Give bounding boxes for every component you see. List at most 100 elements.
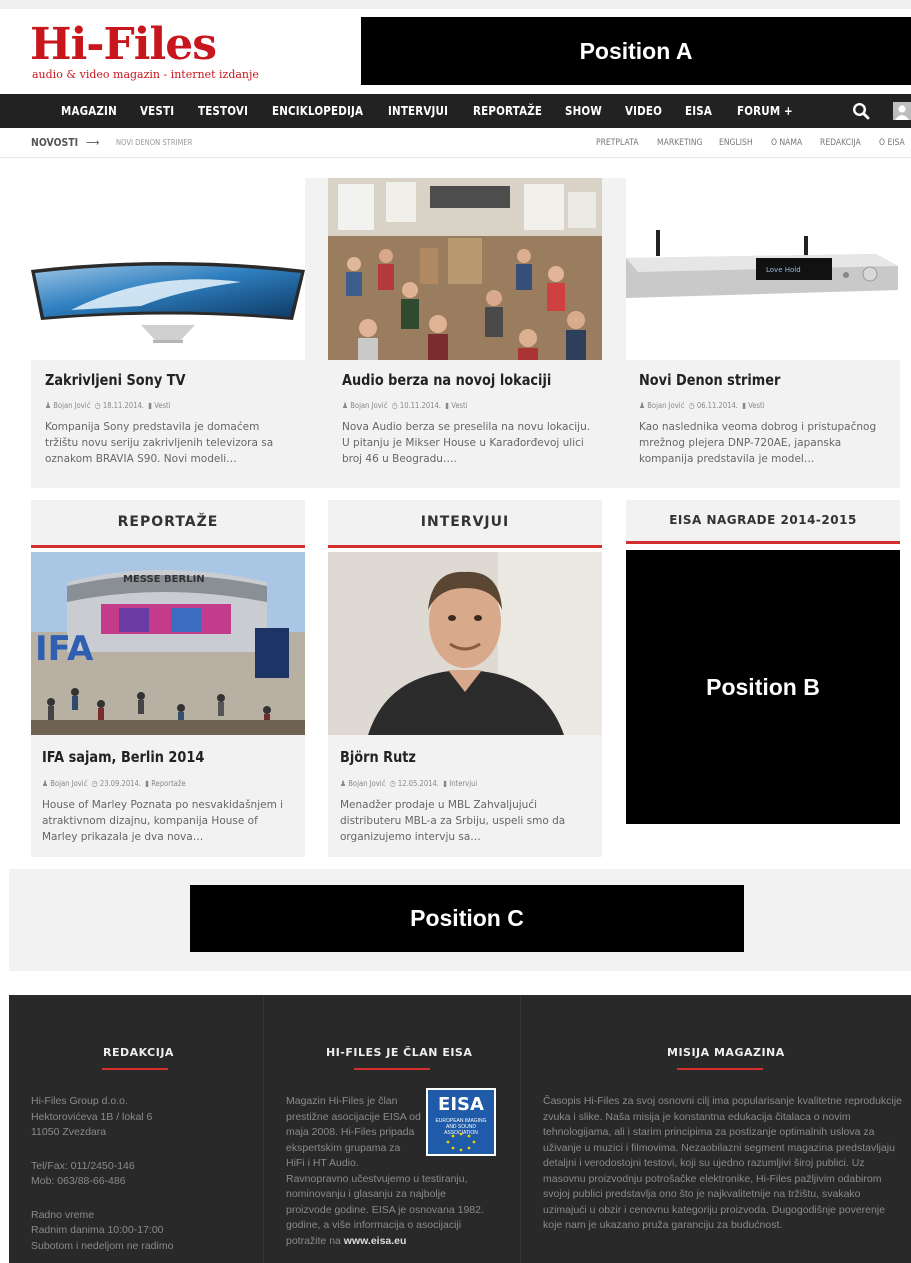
nav-item-enciklopedija[interactable]: ENCIKLOPEDIJA	[272, 94, 363, 128]
nav-item-testovi[interactable]: TESTOVI	[198, 94, 248, 128]
footer-line: Radno vreme	[31, 1208, 95, 1221]
nav-item-intervjui[interactable]: INTERVJUI	[388, 94, 448, 128]
article-author[interactable]: Bojan Jović	[348, 779, 385, 788]
author-icon: ♟	[340, 779, 347, 788]
author-icon: ♟	[42, 779, 49, 788]
folder-icon: ▮	[146, 401, 153, 410]
article-title[interactable]: Björn Rutz	[340, 748, 416, 766]
article-title[interactable]: IFA sajam, Berlin 2014	[42, 748, 204, 766]
tv-illustration	[31, 262, 305, 343]
article-date: 06.11.2014.	[696, 401, 738, 410]
article-image-sony-tv[interactable]	[31, 178, 305, 360]
article-category[interactable]: Vesti	[748, 401, 764, 410]
footer-heading-redakcija: REDAKCIJA	[103, 1046, 174, 1059]
article-date: 23.09.2014.	[99, 779, 141, 788]
subnav-link-pretplata[interactable]: PRETPLATA	[596, 128, 638, 158]
footer-heading-eisa: HI-FILES JE ČLAN EISA	[326, 1046, 473, 1059]
nav-item-video[interactable]: VIDEO	[625, 94, 662, 128]
article-excerpt: Kao naslednika veoma dobrog i pristupačn…	[639, 421, 877, 465]
news-label: NOVOSTI	[31, 136, 79, 149]
nav-item-forum[interactable]: FORUM +	[737, 94, 793, 128]
site-logo[interactable]: Hi-Files audio & video magazin - interne…	[30, 22, 290, 82]
secondary-nav: NOVOSTI ⟶ NOVI DENON STRIMER PRETPLATA M…	[0, 128, 911, 158]
footer-line: Hi-Files Group d.o.o.	[31, 1095, 128, 1107]
eu-stars-icon	[446, 1132, 476, 1152]
subnav-link-redakcija[interactable]: REDAKCIJA	[820, 128, 861, 158]
footer-line: nominovanju i glasanju za najbolje	[286, 1188, 446, 1200]
section-heading-reportaze[interactable]: REPORTAŽE	[31, 500, 305, 548]
section-heading-intervjui[interactable]: INTERVJUI	[328, 500, 602, 548]
ad-position-b[interactable]: Position B	[626, 550, 900, 824]
nav-item-vesti[interactable]: VESTI	[140, 94, 174, 128]
article-excerpt: Menadžer prodaje u MBL Zahvaljujući dist…	[340, 799, 566, 843]
article-category[interactable]: Reportaže	[151, 779, 185, 788]
author-icon: ♟	[639, 401, 646, 410]
footer-line: Radnim danima 10:00-17:00	[31, 1224, 164, 1236]
article-title[interactable]: Zakrivljeni Sony TV	[45, 371, 186, 389]
footer-line: potražite na www.eisa.eu	[286, 1234, 506, 1250]
article-author[interactable]: Bojan Jović	[53, 401, 90, 410]
subnav-link-english[interactable]: ENGLISH	[719, 128, 753, 158]
article-image-ifa[interactable]: MESSE BERLIN IFA	[31, 552, 305, 735]
article-title[interactable]: Audio berza na novoj lokaciji	[342, 371, 551, 389]
nav-item-magazin[interactable]: MAGAZIN	[61, 94, 117, 128]
article-excerpt: Kompanija Sony predstavila je domaćem tr…	[45, 421, 274, 465]
footer-heading-underline	[354, 1068, 430, 1070]
nav-item-reportaze[interactable]: REPORTAŽE	[473, 94, 542, 128]
article-meta: ♟ Bojan Jović ◷ 10.11.2014. ▮ Vesti	[342, 401, 468, 410]
article-category[interactable]: Vesti	[451, 401, 467, 410]
clock-icon: ◷	[89, 779, 98, 788]
footer-redakcija-text: Hi-Files Group d.o.o. Hektorovićeva 1B /…	[31, 1094, 241, 1254]
portrait-photo	[328, 552, 602, 735]
article-date: 18.11.2014.	[102, 401, 144, 410]
article-image-denon[interactable]: Love Hold	[626, 178, 900, 360]
folder-icon: ▮	[443, 401, 450, 410]
clock-icon: ◷	[92, 401, 101, 410]
footer-divider	[520, 995, 521, 1263]
article-meta: ♟ Bojan Jović ◷ 23.09.2014. ▮ Reportaže	[42, 779, 186, 788]
footer-line: Tel/Fax: 011/2450-146	[31, 1159, 135, 1172]
eisa-logo[interactable]: EISA EUROPEAN IMAGING AND SOUND ASSOCIAT…	[426, 1088, 496, 1156]
article-title[interactable]: Novi Denon strimer	[639, 371, 780, 389]
footer-heading-misija: MISIJA MAGAZINA	[667, 1046, 785, 1059]
nav-item-eisa[interactable]: EISA	[685, 94, 712, 128]
article-author[interactable]: Bojan Jović	[647, 401, 684, 410]
ad-position-c[interactable]: Position C	[190, 885, 744, 952]
user-icon[interactable]	[893, 102, 911, 120]
subnav-link-marketing[interactable]: MARKETING	[657, 128, 703, 158]
article-author[interactable]: Bojan Jović	[350, 401, 387, 410]
site-header: Hi-Files audio & video magazin - interne…	[0, 0, 911, 94]
folder-icon: ▮	[143, 779, 150, 788]
footer-line: 11050 Zvezdara	[31, 1126, 107, 1138]
article-category[interactable]: Intervjui	[449, 779, 477, 788]
top-strip	[0, 0, 911, 9]
news-ticker-link[interactable]: NOVI DENON STRIMER	[116, 128, 192, 158]
ad-position-a[interactable]: Position A	[361, 17, 911, 85]
article-meta: ♟ Bojan Jović ◷ 18.11.2014. ▮ Vesti	[45, 401, 171, 410]
footer-spacer	[31, 1190, 241, 1208]
search-icon[interactable]	[852, 102, 870, 120]
footer-line: Hektorovićeva 1B / lokal 6	[31, 1110, 153, 1123]
folder-icon: ▮	[441, 779, 448, 788]
subnav-link-o-eisa[interactable]: O EISA	[879, 128, 905, 158]
footer-line: Ravnopravno učestvujemo u testiranju,	[286, 1172, 468, 1185]
ifa-photo: MESSE BERLIN IFA	[31, 552, 305, 735]
article-image-bjorn-rutz[interactable]	[328, 552, 602, 735]
article-image-audio-berza[interactable]	[328, 178, 602, 360]
denon-streamer-photo: Love Hold	[626, 230, 898, 298]
logo-tagline: audio & video magazin - internet izdanje	[32, 68, 259, 81]
article-author[interactable]: Bojan Jović	[50, 779, 87, 788]
clock-icon: ◷	[389, 401, 398, 410]
eisa-website-link[interactable]: www.eisa.eu	[344, 1235, 407, 1247]
section-heading-eisa[interactable]: EISA NAGRADE 2014-2015	[626, 500, 900, 544]
footer-divider	[263, 995, 264, 1263]
article-excerpt: House of Marley Poznata po nesvakidašnje…	[42, 799, 284, 843]
nav-item-show[interactable]: SHOW	[565, 94, 602, 128]
subnav-link-o-nama[interactable]: O NAMA	[771, 128, 802, 158]
crowd-photo	[328, 178, 602, 360]
article-excerpt: Nova Audio berza se preselila na novu lo…	[342, 421, 591, 465]
footer-spacer	[31, 1141, 241, 1159]
footer-line: godine, a više informacija o asocijaciji	[286, 1219, 462, 1231]
footer-heading-underline	[102, 1068, 168, 1070]
article-category[interactable]: Vesti	[154, 401, 170, 410]
